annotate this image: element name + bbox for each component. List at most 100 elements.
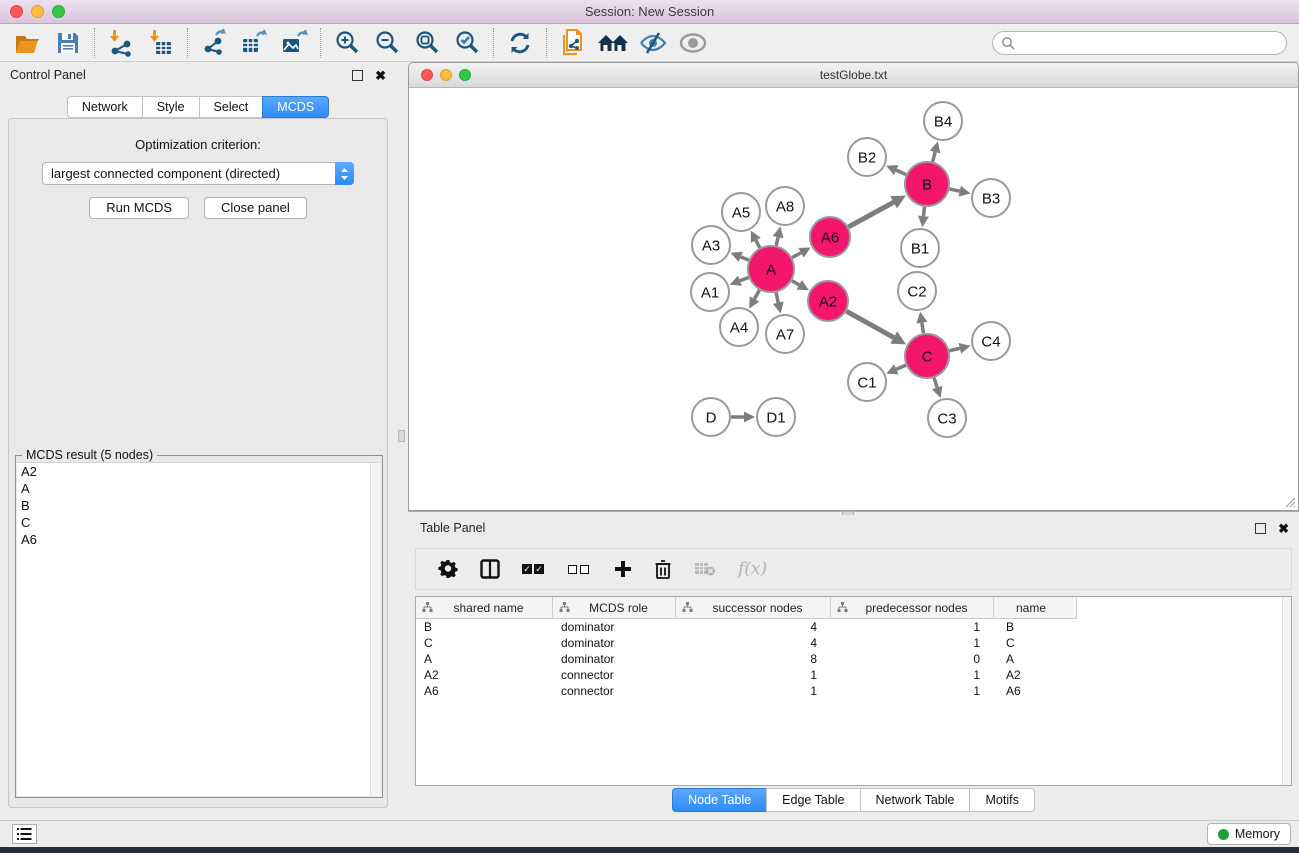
minimize-network-button[interactable]: [440, 69, 452, 81]
table-cell[interactable]: B: [416, 619, 553, 635]
table-cell[interactable]: A6: [994, 683, 1077, 699]
tab-edge-table[interactable]: Edge Table: [766, 788, 859, 812]
table-scrollbar[interactable]: [1282, 597, 1291, 785]
deselect-all-icon[interactable]: [568, 565, 592, 574]
table-row[interactable]: A6connector11A6: [416, 683, 1291, 699]
edge-B-B1[interactable]: [923, 207, 924, 216]
minimize-window-button[interactable]: [31, 5, 44, 18]
table-cell[interactable]: dominator: [553, 651, 676, 667]
table-cell[interactable]: A: [416, 651, 553, 667]
table-cell[interactable]: 4: [676, 635, 831, 651]
search-input[interactable]: [1015, 33, 1286, 53]
edge-C-C2[interactable]: [922, 323, 924, 334]
tab-select[interactable]: Select: [199, 96, 263, 118]
zoom-out-icon[interactable]: [367, 26, 407, 60]
result-scrollbar[interactable]: [370, 463, 381, 796]
table-cell[interactable]: 1: [831, 667, 994, 683]
table-cell[interactable]: A2: [994, 667, 1077, 683]
result-item[interactable]: A6: [17, 531, 381, 548]
vertical-splitter[interactable]: [396, 62, 408, 820]
delete-column-icon[interactable]: [654, 559, 672, 579]
table-cell[interactable]: 4: [676, 619, 831, 635]
column-header-name[interactable]: name: [994, 597, 1077, 619]
result-item[interactable]: A: [17, 480, 381, 497]
edge-B-B2[interactable]: [896, 170, 906, 174]
table-cell[interactable]: dominator: [553, 619, 676, 635]
edge-C-C3[interactable]: [934, 378, 937, 388]
browser-home-icon[interactable]: [593, 26, 633, 60]
apply-layout-icon[interactable]: [500, 26, 540, 60]
table-cell[interactable]: B: [994, 619, 1077, 635]
memory-button[interactable]: Memory: [1207, 823, 1291, 845]
fit-content-icon[interactable]: [407, 26, 447, 60]
mcds-result-list[interactable]: A2ABCA6: [17, 462, 381, 796]
table-row[interactable]: A2connector11A2: [416, 667, 1291, 683]
close-window-button[interactable]: [10, 5, 23, 18]
edge-A6-B[interactable]: [848, 202, 893, 227]
open-session-icon[interactable]: [8, 26, 48, 60]
result-item[interactable]: B: [17, 497, 381, 514]
tab-network-table[interactable]: Network Table: [860, 788, 970, 812]
result-item[interactable]: C: [17, 514, 381, 531]
table-cell[interactable]: dominator: [553, 635, 676, 651]
edge-A-A7[interactable]: [776, 292, 778, 302]
table-cell[interactable]: A: [994, 651, 1077, 667]
table-cell[interactable]: C: [994, 635, 1077, 651]
network-from-selection-icon[interactable]: [553, 26, 593, 60]
task-history-button[interactable]: [12, 824, 37, 844]
import-network-icon[interactable]: [101, 26, 141, 60]
tab-mcds[interactable]: MCDS: [262, 96, 329, 118]
edge-B-B3[interactable]: [949, 189, 959, 191]
edge-A-A1[interactable]: [740, 277, 749, 280]
edge-A-A3[interactable]: [741, 257, 749, 260]
maximize-network-button[interactable]: [459, 69, 471, 81]
table-cell[interactable]: 1: [831, 635, 994, 651]
float-table-panel-icon[interactable]: [1255, 523, 1266, 534]
table-row[interactable]: Adominator80A: [416, 651, 1291, 667]
table-cell[interactable]: connector: [553, 683, 676, 699]
table-cell[interactable]: 0: [831, 651, 994, 667]
edge-A2-C[interactable]: [846, 311, 893, 337]
tab-style[interactable]: Style: [142, 96, 199, 118]
table-cell[interactable]: connector: [553, 667, 676, 683]
table-cell[interactable]: A2: [416, 667, 553, 683]
split-table-icon[interactable]: [480, 559, 500, 579]
splitter-grip[interactable]: [398, 430, 405, 442]
edge-A-A8[interactable]: [776, 237, 778, 245]
table-row[interactable]: Bdominator41B: [416, 619, 1291, 635]
table-cell[interactable]: 8: [676, 651, 831, 667]
fit-selected-icon[interactable]: [447, 26, 487, 60]
run-mcds-button[interactable]: Run MCDS: [89, 197, 189, 219]
tab-node-table[interactable]: Node Table: [672, 788, 766, 812]
column-header-shared-name[interactable]: shared name: [416, 597, 553, 619]
edge-A-A6[interactable]: [792, 253, 801, 258]
tab-network[interactable]: Network: [67, 96, 142, 118]
close-network-button[interactable]: [421, 69, 433, 81]
column-header-MCDS-role[interactable]: MCDS role: [553, 597, 676, 619]
criterion-select[interactable]: largest connected component (directed): [42, 162, 354, 185]
close-panel-icon[interactable]: ✖: [375, 70, 386, 81]
hide-graphics-details-icon[interactable]: [633, 26, 673, 60]
save-session-icon[interactable]: [48, 26, 88, 60]
maximize-window-button[interactable]: [52, 5, 65, 18]
tab-motifs[interactable]: Motifs: [969, 788, 1034, 812]
export-network-icon[interactable]: [194, 26, 234, 60]
table-cell[interactable]: 1: [831, 619, 994, 635]
export-image-icon[interactable]: [274, 26, 314, 60]
table-cell[interactable]: A6: [416, 683, 553, 699]
select-all-icon[interactable]: ✓✓: [522, 564, 546, 574]
edge-A-A4[interactable]: [754, 290, 759, 299]
gear-icon[interactable]: [438, 559, 458, 579]
edge-C-C4[interactable]: [949, 348, 959, 350]
column-header-predecessor-nodes[interactable]: predecessor nodes: [831, 597, 994, 619]
search-field[interactable]: [992, 31, 1287, 55]
close-table-panel-icon[interactable]: ✖: [1278, 523, 1289, 534]
add-column-icon[interactable]: [614, 560, 632, 578]
edge-C-C1[interactable]: [896, 365, 906, 369]
resize-grip-icon[interactable]: [1282, 494, 1296, 508]
export-table-icon[interactable]: [234, 26, 274, 60]
table-cell[interactable]: 1: [676, 683, 831, 699]
table-cell[interactable]: C: [416, 635, 553, 651]
column-header-successor-nodes[interactable]: successor nodes: [676, 597, 831, 619]
zoom-in-icon[interactable]: [327, 26, 367, 60]
